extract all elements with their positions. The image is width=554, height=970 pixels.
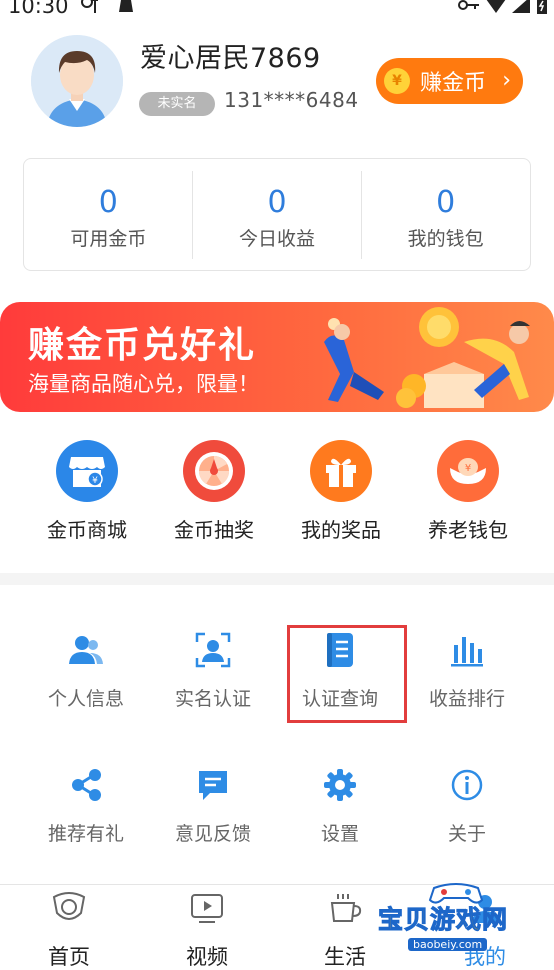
- quick-item-coin-store[interactable]: ¥ 金币商城: [22, 440, 152, 543]
- nav-video[interactable]: 视频: [162, 891, 252, 970]
- stat-label: 可用金币: [70, 228, 147, 250]
- face-verify-icon: [193, 630, 233, 670]
- svg-text:¥: ¥: [92, 476, 98, 486]
- home-icon: [52, 892, 86, 920]
- nav-label: 视频: [186, 945, 228, 969]
- stats-card: 0 可用金币 0 今日收益 0 我的钱包: [23, 158, 531, 271]
- video-icon: [191, 894, 223, 923]
- status-icons: [458, 0, 548, 16]
- service-label: 意见反馈: [174, 823, 251, 845]
- service-label: 关于: [447, 823, 486, 845]
- quick-item-label: 我的奖品: [301, 518, 381, 542]
- stat-my-wallet[interactable]: 0 我的钱包: [361, 159, 530, 270]
- banner-title: 赚金币兑好礼: [28, 325, 257, 366]
- quick-item-label: 金币商城: [47, 518, 127, 542]
- wifi-icon: [486, 0, 506, 13]
- info-icon: [447, 765, 487, 805]
- service-label: 收益排行: [428, 688, 505, 710]
- ingot-icon: ¥: [437, 440, 499, 502]
- key-icon: [458, 0, 479, 10]
- stat-value: 0: [267, 185, 287, 220]
- svg-text:¥: ¥: [465, 463, 471, 474]
- quick-item-my-prizes[interactable]: 我的奖品: [276, 440, 406, 543]
- quick-item-label: 金币抽奖: [174, 518, 254, 542]
- quick-item-coin-lottery[interactable]: 金币抽奖: [149, 440, 279, 543]
- username: 爱心居民7869: [140, 43, 321, 74]
- profile-page: 10:30 爱心居民7869 未实名 131****6484 ¥ 赚金币 › 0…: [0, 0, 554, 970]
- status-time: 10:30: [8, 0, 69, 18]
- highlight-box: [287, 625, 407, 723]
- cup-icon: [330, 894, 362, 922]
- service-item-earnings-ranking[interactable]: 收益排行: [403, 630, 531, 711]
- store-icon: ¥: [56, 440, 118, 502]
- nav-label: 首页: [48, 945, 90, 969]
- nav-life[interactable]: 生活: [300, 891, 390, 970]
- nav-label: 生活: [324, 945, 366, 969]
- service-label: 设置: [320, 823, 359, 845]
- battery-icon: [537, 0, 547, 14]
- avatar[interactable]: [31, 35, 123, 127]
- ranking-bars-icon: [447, 630, 487, 670]
- service-item-settings[interactable]: 设置: [276, 765, 404, 846]
- profile-header: 爱心居民7869 未实名 131****6484 ¥ 赚金币 ›: [0, 30, 554, 140]
- stat-today-earnings[interactable]: 0 今日收益: [193, 159, 362, 270]
- section-divider: [0, 573, 554, 585]
- service-item-real-name-verify[interactable]: 实名认证: [149, 630, 277, 711]
- gift-icon: [310, 440, 372, 502]
- service-label: 个人信息: [47, 688, 124, 710]
- watermark-url: baobeiy.com: [408, 938, 488, 951]
- coin-icon: ¥: [384, 68, 410, 94]
- phone-number: 131****6484: [224, 88, 359, 112]
- service-label: 实名认证: [174, 688, 251, 710]
- stat-label: 今日收益: [239, 228, 316, 250]
- avatar-illustration: [31, 35, 123, 127]
- quick-item-pension-wallet[interactable]: ¥ 养老钱包: [403, 440, 533, 543]
- earn-coins-button[interactable]: ¥ 赚金币 ›: [376, 58, 523, 104]
- earn-coins-label: 赚金币: [420, 71, 487, 96]
- quick-item-label: 养老钱包: [428, 518, 508, 542]
- wheel-icon: [183, 440, 245, 502]
- signal-icon: [512, 0, 530, 13]
- watermark: 宝贝游戏网 baobeiy.com: [377, 880, 528, 966]
- banner-subtitle: 海量商品随心兑，限量！: [28, 372, 259, 396]
- stat-label: 我的钱包: [407, 228, 484, 250]
- chevron-right-icon: ›: [502, 68, 511, 93]
- verify-status-badge[interactable]: 未实名: [139, 92, 215, 116]
- banner-illustration: [324, 307, 530, 408]
- service-item-feedback[interactable]: 意见反馈: [149, 765, 277, 846]
- quick-actions: ¥ 金币商城 金币抽奖 我的奖品 ¥ 养老钱包: [0, 440, 554, 550]
- stat-value: 0: [98, 185, 118, 220]
- stat-divider: [361, 171, 362, 259]
- stat-value: 0: [436, 185, 456, 220]
- stat-available-coins[interactable]: 0 可用金币: [24, 159, 193, 270]
- watermark-text: 宝贝游戏网: [377, 905, 509, 935]
- service-item-about[interactable]: 关于: [403, 765, 531, 846]
- stat-divider: [192, 171, 193, 259]
- service-item-referral[interactable]: 推荐有礼: [22, 765, 150, 846]
- status-bar: 10:30: [0, 0, 554, 18]
- user-info-icon: [66, 630, 106, 670]
- notification-icon: [81, 0, 98, 13]
- nav-home[interactable]: 首页: [24, 891, 114, 970]
- gear-icon: [320, 765, 360, 805]
- share-icon: [66, 765, 106, 805]
- feedback-icon: [193, 765, 233, 805]
- promo-banner[interactable]: 赚金币兑好礼 海量商品随心兑，限量！: [0, 302, 554, 412]
- bag-icon: [119, 0, 133, 12]
- service-label: 推荐有礼: [47, 823, 124, 845]
- service-item-personal-info[interactable]: 个人信息: [22, 630, 150, 711]
